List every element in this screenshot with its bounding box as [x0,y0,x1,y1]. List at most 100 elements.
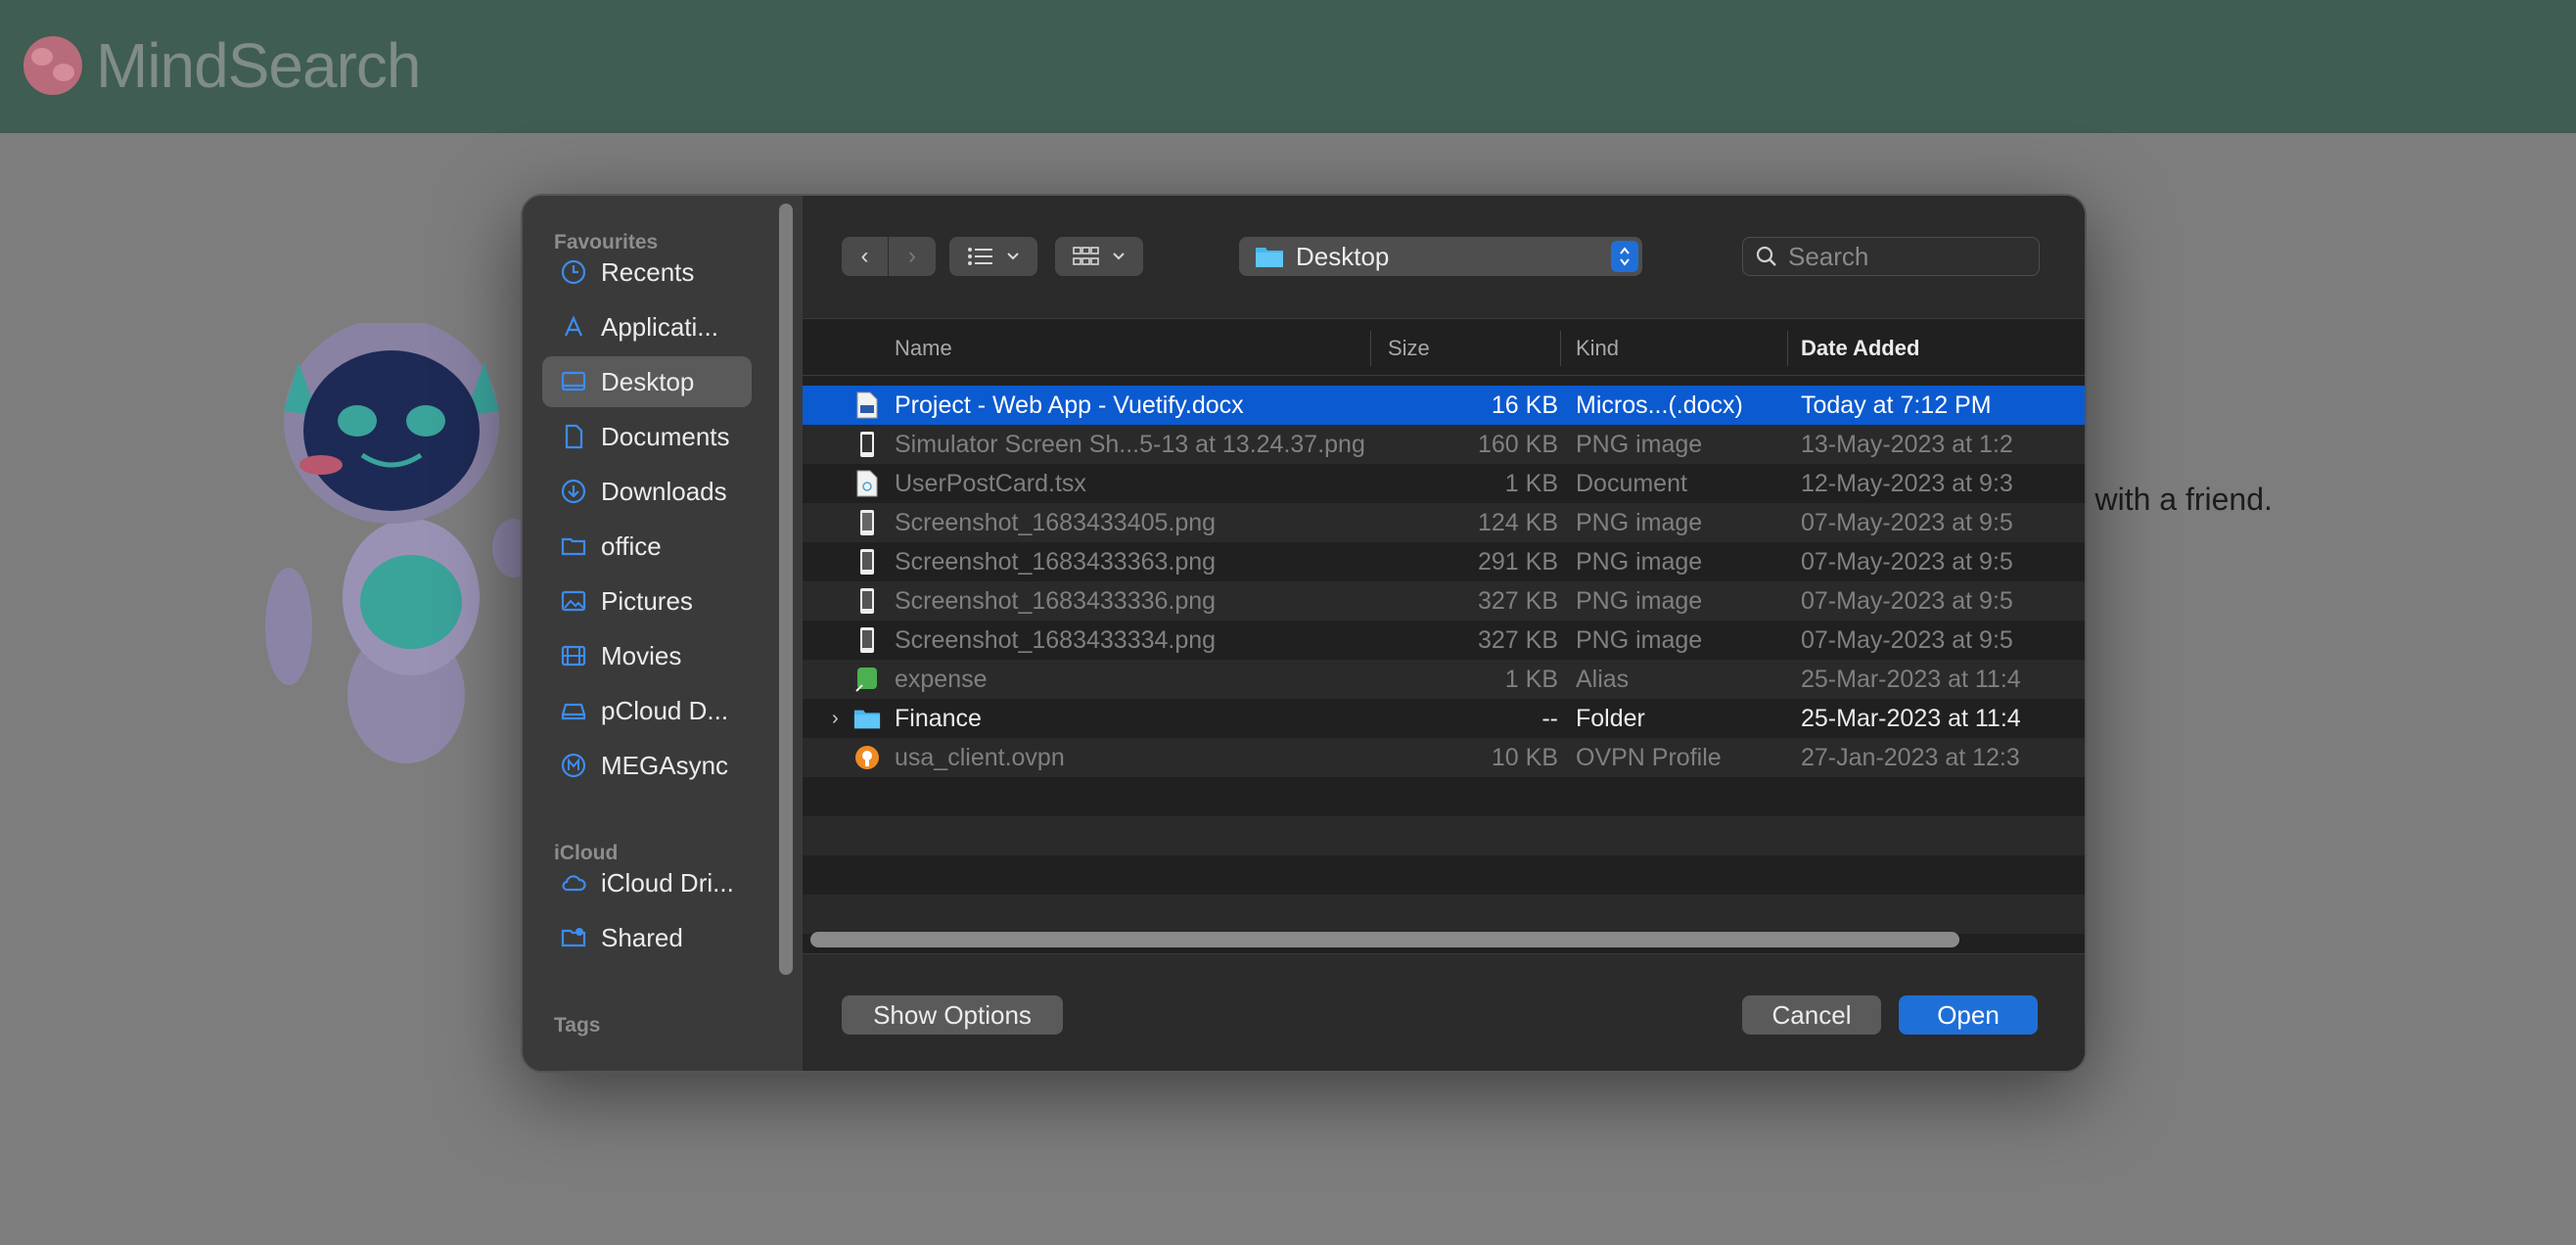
show-options-button[interactable]: Show Options [842,995,1063,1035]
app-title: MindSearch [96,30,421,101]
sidebar-item-recents[interactable]: Recents [542,247,752,298]
code-file-icon [853,470,881,497]
movies-icon [560,642,587,669]
sidebar-item-office[interactable]: office [542,521,752,572]
toolbar: ‹ › Desktop [803,196,2085,319]
sidebar-item-downloads[interactable]: Downloads [542,466,752,517]
disclosure-triangle-icon[interactable]: › [832,707,851,730]
column-kind[interactable]: Kind [1576,321,1619,376]
file-date: 07-May-2023 at 9:5 [1801,625,2013,654]
sidebar-item-label: Downloads [601,476,727,506]
open-button[interactable]: Open [1899,995,2038,1035]
file-row[interactable]: Screenshot_1683433363.png 291 KB PNG ima… [803,542,2085,581]
file-row[interactable]: expense 1 KB Alias 25-Mar-2023 at 11:4 [803,660,2085,699]
app-header: MindSearch [0,0,2576,133]
column-divider[interactable] [1370,331,1371,366]
file-kind: Micros...(.docx) [1576,391,1743,419]
horizontal-scrollbar[interactable] [810,932,1959,947]
sidebar-item-desktop[interactable]: Desktop [542,356,752,407]
file-name: UserPostCard.tsx [895,469,1086,497]
file-row[interactable]: UserPostCard.tsx 1 KB Document 12-May-20… [803,464,2085,503]
sidebar-item-label: Movies [601,640,682,670]
folder-icon [853,705,881,732]
file-row[interactable]: usa_client.ovpn 10 KB OVPN Profile 27-Ja… [803,738,2085,777]
sidebar-item-label: Desktop [601,366,695,396]
sidebar-item-movies[interactable]: Movies [542,630,752,681]
back-button[interactable]: ‹ [842,237,889,276]
search-field[interactable] [1742,237,2040,276]
sidebar-section-tags: Tags [554,1014,601,1037]
file-date: 07-May-2023 at 9:5 [1801,508,2013,536]
column-date-added[interactable]: Date Added [1801,321,1919,376]
file-date: 25-Mar-2023 at 11:4 [1801,704,2021,732]
dialog-footer: Show Options Cancel Open [803,953,2085,1071]
shared-folder-icon [560,924,587,951]
file-size: 1 KB [1504,469,1558,497]
column-header: Name Size Kind Date Added [803,321,2085,376]
sidebar-item-pcloud[interactable]: pCloud D... [542,685,752,736]
sidebar: Favourites Recents Applicati... Desktop … [523,196,803,1071]
sidebar-scrollbar[interactable] [779,204,793,975]
image-file-icon [853,431,881,458]
cancel-button[interactable]: Cancel [1742,995,1881,1035]
location-dropdown[interactable]: Desktop [1239,237,1642,276]
open-file-dialog: Favourites Recents Applicati... Desktop … [521,194,2087,1073]
chevron-down-icon [1113,253,1125,260]
sidebar-item-shared[interactable]: Shared [542,912,752,963]
search-icon [1756,246,1776,266]
updown-arrows-icon [1611,241,1638,272]
robot-illustration [265,323,535,763]
file-size: -- [1541,704,1558,732]
docx-file-icon [853,392,881,419]
list-view-button[interactable] [949,237,1037,276]
alias-file-icon [853,666,881,693]
file-size: 10 KB [1491,743,1558,771]
file-row[interactable]: Simulator Screen Sh...5-13 at 13.24.37.p… [803,425,2085,464]
sidebar-item-label: Shared [601,922,683,952]
file-date: 07-May-2023 at 9:5 [1801,586,2013,615]
file-name: Finance [895,704,982,732]
image-file-icon [853,626,881,654]
chevron-down-icon [1007,253,1019,260]
file-size: 124 KB [1477,508,1558,536]
file-date: 07-May-2023 at 9:5 [1801,547,2013,576]
forward-button[interactable]: › [889,237,936,276]
file-row[interactable]: Screenshot_1683433405.png 124 KB PNG ima… [803,503,2085,542]
column-name[interactable]: Name [895,321,952,376]
file-kind: Folder [1576,704,1645,732]
file-name: expense [895,665,988,693]
sidebar-item-documents[interactable]: Documents [542,411,752,462]
column-divider[interactable] [1560,331,1561,366]
empty-row [803,777,2085,816]
empty-row [803,895,2085,934]
empty-row [803,816,2085,855]
sidebar-item-icloud-drive[interactable]: iCloud Dri... [542,857,752,908]
file-row[interactable]: › Finance -- Folder 25-Mar-2023 at 11:4 [803,699,2085,738]
file-kind: PNG image [1576,586,1703,615]
sidebar-item-pictures[interactable]: Pictures [542,576,752,626]
file-row[interactable]: Screenshot_1683433334.png 327 KB PNG ima… [803,621,2085,660]
sidebar-item-applications[interactable]: Applicati... [542,301,752,352]
column-size[interactable]: Size [1388,321,1430,376]
file-date: 13-May-2023 at 1:2 [1801,430,2013,458]
sidebar-item-megasync[interactable]: MEGAsync [542,740,752,791]
group-view-button[interactable] [1055,237,1143,276]
brand[interactable]: MindSearch [23,29,421,102]
image-file-icon [853,548,881,576]
file-date: 12-May-2023 at 9:3 [1801,469,2013,497]
file-kind: Alias [1576,665,1630,693]
file-row[interactable]: Screenshot_1683433336.png 327 KB PNG ima… [803,581,2085,621]
list-icon [968,248,992,265]
file-size: 327 KB [1477,625,1558,654]
search-input[interactable] [1788,241,2013,272]
file-kind: PNG image [1576,625,1703,654]
vpn-file-icon [853,744,881,771]
file-size: 16 KB [1491,391,1558,419]
file-row[interactable]: Project - Web App - Vuetify.docx 16 KB M… [803,386,2085,425]
empty-row [803,855,2085,895]
file-size: 327 KB [1477,586,1558,615]
file-name: Screenshot_1683433405.png [895,508,1217,536]
column-divider[interactable] [1787,331,1788,366]
file-date: 25-Mar-2023 at 11:4 [1801,665,2021,693]
navigation-buttons: ‹ › [842,237,936,276]
